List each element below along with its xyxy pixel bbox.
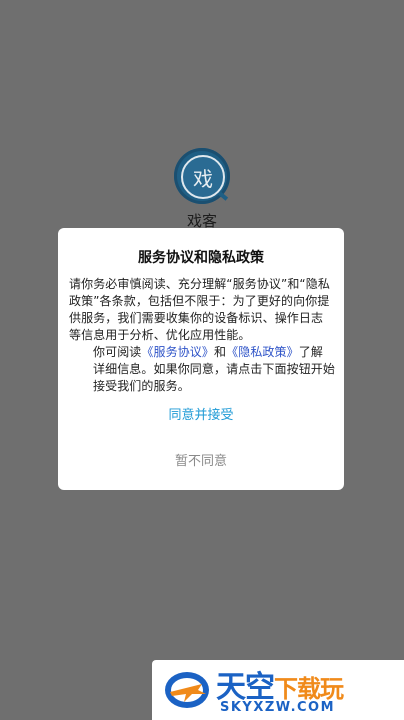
dialog-body: 请你务必审慎阅读、充分理解“服务协议”和“隐私政策”各条款，包括但不限于：为了更…	[69, 276, 335, 395]
privacy-policy-link[interactable]: 《隐私政策》	[226, 345, 299, 359]
watermark-banner: 天空下载玩 SKYXZW.COM	[152, 660, 404, 720]
watermark-url: SKYXZW.COM	[220, 700, 336, 715]
watermark-logo-icon	[165, 672, 209, 708]
privacy-dialog: 服务协议和隐私政策 请你务必审慎阅读、充分理解“服务协议”和“隐私政策”各条款，…	[58, 228, 344, 490]
app-logo-icon: 戏	[174, 148, 230, 204]
dialog-title: 服务协议和隐私政策	[138, 250, 264, 266]
p2-prefix: 你可阅读	[93, 345, 142, 359]
watermark-title-accent: 下载玩	[274, 675, 344, 703]
dialog-paragraph-1: 请你务必审慎阅读、充分理解“服务协议”和“隐私政策”各条款，包括但不限于：为了更…	[69, 277, 330, 342]
app-screen: 戏 戏客 服务协议和隐私政策 请你务必审慎阅读、充分理解“服务协议”和“隐私政策…	[0, 0, 404, 720]
disagree-button[interactable]: 暂不同意	[58, 450, 344, 474]
p2-and: 和	[214, 345, 227, 359]
logo-tail	[217, 191, 229, 201]
agree-button[interactable]: 同意并接受	[58, 404, 344, 428]
dialog-paragraph-2: 你可阅读《服务协议》和《隐私政策》了解详细信息。如果你同意，请点击下面按钮开始接…	[69, 344, 335, 395]
service-agreement-link[interactable]: 《服务协议》	[141, 345, 214, 359]
